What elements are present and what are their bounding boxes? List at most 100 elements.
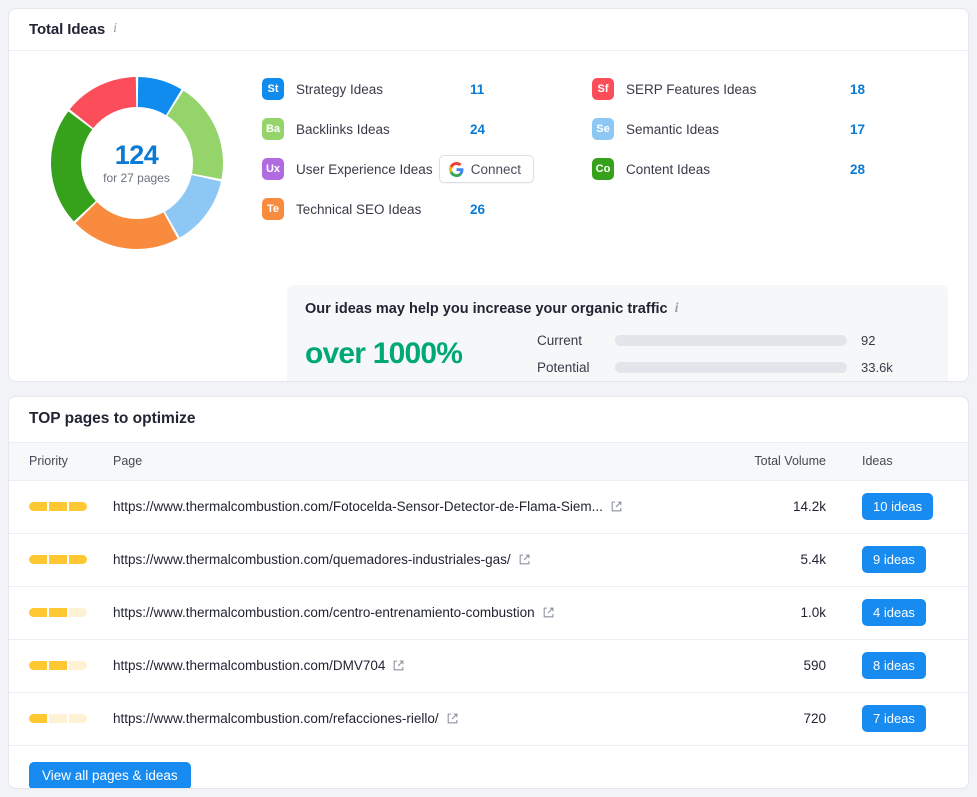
google-connect-button[interactable]: Connect bbox=[438, 155, 534, 183]
external-link-icon[interactable] bbox=[610, 500, 623, 513]
traffic-bars: Current 92 Potential 33.6k bbox=[537, 327, 928, 381]
cell-total-volume: 1.0k bbox=[730, 586, 848, 640]
table-header-row: Priority Page Total Volume Ideas bbox=[9, 441, 968, 481]
page-title: Total Ideas bbox=[29, 21, 106, 38]
legend-label: Semantic Ideas bbox=[626, 121, 720, 137]
priority-segment bbox=[69, 661, 87, 670]
priority-segment bbox=[49, 608, 67, 617]
table-body: https://www.thermalcombustion.com/Fotoce… bbox=[9, 480, 968, 746]
external-link-icon[interactable] bbox=[542, 606, 555, 619]
donut-segment[interactable] bbox=[75, 202, 178, 249]
page-link[interactable]: https://www.thermalcombustion.com/DMV704 bbox=[113, 658, 724, 673]
legend-item-serp-features-ideas[interactable]: Sf SERP Features Ideas 18 bbox=[592, 69, 896, 109]
priority-segment bbox=[69, 714, 87, 723]
cell-priority bbox=[9, 586, 107, 640]
traffic-panel-title-row: Our ideas may help you increase your org… bbox=[305, 301, 928, 317]
priority-segment bbox=[29, 555, 47, 564]
strategy-ideas-badge-icon: St bbox=[262, 78, 284, 100]
info-icon[interactable]: i bbox=[675, 301, 679, 317]
priority-indicator bbox=[29, 555, 87, 564]
legend-value: 18 bbox=[850, 81, 866, 97]
legend-value: 26 bbox=[470, 201, 486, 217]
traffic-row-value: 33.6k bbox=[861, 360, 893, 375]
total-ideas-header: Total Ideas i bbox=[9, 9, 968, 51]
ideas-badge[interactable]: 10 ideas bbox=[862, 493, 934, 520]
legend-item-user-experience-ideas[interactable]: Ux User Experience Ideas Connect bbox=[262, 149, 534, 189]
cell-priority bbox=[9, 533, 107, 587]
cell-total-volume: 720 bbox=[730, 692, 848, 746]
top-pages-header: TOP pages to optimize bbox=[9, 397, 968, 442]
column-header-total-volume[interactable]: Total Volume bbox=[730, 441, 848, 481]
serp-features-ideas-badge-icon: Sf bbox=[592, 78, 614, 100]
ideas-badge[interactable]: 9 ideas bbox=[862, 546, 926, 573]
ideas-donut-chart: 124 for 27 pages bbox=[47, 73, 227, 253]
legend-value: 17 bbox=[850, 121, 866, 137]
donut-chart-container: 124 for 27 pages bbox=[29, 65, 244, 253]
ideas-badge[interactable]: 4 ideas bbox=[862, 599, 926, 626]
external-link-icon[interactable] bbox=[518, 553, 531, 566]
table-row: https://www.thermalcombustion.com/DMV704… bbox=[9, 639, 968, 693]
cell-total-volume: 590 bbox=[730, 639, 848, 693]
legend-value: 24 bbox=[470, 121, 486, 137]
google-g-icon bbox=[448, 161, 464, 177]
traffic-bar-track bbox=[615, 362, 847, 373]
backlinks-ideas-badge-icon: Ba bbox=[262, 118, 284, 140]
priority-segment bbox=[49, 555, 67, 564]
cell-priority bbox=[9, 480, 107, 534]
cell-page: https://www.thermalcombustion.com/Fotoce… bbox=[107, 480, 730, 534]
traffic-row-value: 92 bbox=[861, 333, 876, 348]
priority-segment bbox=[29, 661, 47, 670]
priority-segment bbox=[49, 714, 67, 723]
column-header-ideas[interactable]: Ideas bbox=[848, 441, 968, 481]
priority-segment bbox=[29, 714, 47, 723]
priority-indicator bbox=[29, 608, 87, 617]
traffic-bar-track bbox=[615, 335, 847, 346]
legend-item-strategy-ideas[interactable]: St Strategy Ideas 11 bbox=[262, 69, 534, 109]
cell-priority bbox=[9, 639, 107, 693]
cell-ideas: 4 ideas bbox=[848, 586, 968, 640]
cell-ideas: 7 ideas bbox=[848, 692, 968, 746]
page-link[interactable]: https://www.thermalcombustion.com/refacc… bbox=[113, 711, 724, 726]
priority-segment bbox=[69, 555, 87, 564]
top-pages-table: Priority Page Total Volume Ideas https:/… bbox=[9, 441, 968, 746]
technical-seo-ideas-badge-icon: Te bbox=[262, 198, 284, 220]
external-link-icon[interactable] bbox=[392, 659, 405, 672]
priority-segment bbox=[29, 502, 47, 511]
external-link-icon[interactable] bbox=[446, 712, 459, 725]
column-header-page[interactable]: Page bbox=[107, 441, 730, 481]
traffic-increase-percent: over 1000% bbox=[305, 337, 463, 370]
page-url-text: https://www.thermalcombustion.com/DMV704 bbox=[113, 658, 386, 673]
donut-segment[interactable] bbox=[164, 175, 221, 238]
traffic-row-potential: Potential 33.6k bbox=[537, 354, 928, 381]
legend-item-technical-seo-ideas[interactable]: Te Technical SEO Ideas 26 bbox=[262, 189, 534, 229]
donut-segment[interactable] bbox=[50, 111, 96, 222]
traffic-potential-panel: Our ideas may help you increase your org… bbox=[287, 285, 948, 381]
priority-segment bbox=[49, 502, 67, 511]
priority-indicator bbox=[29, 714, 87, 723]
legend-value: 28 bbox=[850, 161, 866, 177]
traffic-panel-body: over 1000% Current 92 Potential 33.6k bbox=[305, 327, 928, 381]
page-link[interactable]: https://www.thermalcombustion.com/centro… bbox=[113, 605, 724, 620]
view-all-pages-button[interactable]: View all pages & ideas bbox=[29, 761, 191, 789]
legend-item-content-ideas[interactable]: Co Content Ideas 28 bbox=[592, 149, 896, 189]
legend-item-backlinks-ideas[interactable]: Ba Backlinks Ideas 24 bbox=[262, 109, 534, 149]
ideas-badge[interactable]: 7 ideas bbox=[862, 705, 926, 732]
total-ideas-card: Total Ideas i 124 for 27 pages St Strate… bbox=[8, 8, 969, 382]
legend-label: User Experience Ideas bbox=[296, 161, 433, 177]
legend-label: Technical SEO Ideas bbox=[296, 201, 422, 217]
column-header-priority[interactable]: Priority bbox=[9, 441, 107, 481]
legend-label: SERP Features Ideas bbox=[626, 81, 757, 97]
user-experience-ideas-badge-icon: Ux bbox=[262, 158, 284, 180]
donut-segment[interactable] bbox=[166, 90, 223, 180]
info-icon[interactable]: i bbox=[113, 22, 117, 37]
total-ideas-body: 124 for 27 pages St Strategy Ideas 11 Ba… bbox=[9, 51, 968, 271]
ideas-badge[interactable]: 8 ideas bbox=[862, 652, 926, 679]
page-link[interactable]: https://www.thermalcombustion.com/Fotoce… bbox=[113, 499, 724, 514]
cell-page: https://www.thermalcombustion.com/quemad… bbox=[107, 533, 730, 587]
top-pages-title: TOP pages to optimize bbox=[29, 410, 196, 427]
priority-segment bbox=[49, 661, 67, 670]
cell-total-volume: 5.4k bbox=[730, 533, 848, 587]
legend-item-semantic-ideas[interactable]: Se Semantic Ideas 17 bbox=[592, 109, 896, 149]
page-link[interactable]: https://www.thermalcombustion.com/quemad… bbox=[113, 552, 724, 567]
top-pages-footer: View all pages & ideas bbox=[9, 746, 968, 789]
